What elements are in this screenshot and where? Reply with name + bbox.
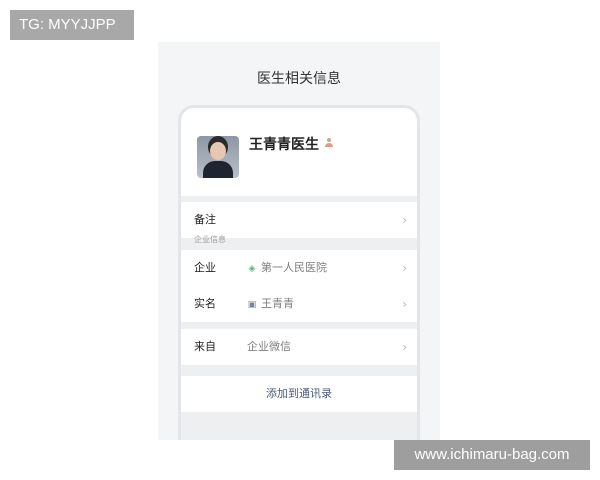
realname-row[interactable]: 实名 ▣ 王青青 › bbox=[181, 286, 417, 322]
chevron-right-icon: › bbox=[402, 340, 407, 354]
source-value: 企业微信 bbox=[247, 340, 291, 353]
company-label: 企业 bbox=[194, 261, 216, 274]
watermark-bottom-right: www.ichimaru-bag.com bbox=[394, 440, 590, 470]
source-label: 来自 bbox=[194, 340, 216, 353]
source-row[interactable]: 来自 企业微信 › bbox=[181, 329, 417, 365]
remark-row[interactable]: 备注 › bbox=[181, 202, 417, 238]
realname-label: 实名 bbox=[194, 297, 216, 310]
chevron-right-icon: › bbox=[402, 213, 407, 227]
app-screen: 医生相关信息 王青青医生 备注 › 企业信息 企业 ◈ 第一人民医院 › 实名 ▣… bbox=[158, 42, 440, 440]
company-value-wrap: ◈ 第一人民医院 bbox=[247, 250, 327, 287]
watermark-top-left: TG: MYYJJPP bbox=[10, 10, 134, 40]
chevron-right-icon: › bbox=[402, 261, 407, 275]
company-value: 第一人民医院 bbox=[261, 261, 327, 274]
avatar-head bbox=[210, 142, 226, 160]
profile-card: 王青青医生 bbox=[181, 108, 417, 196]
remark-label: 备注 bbox=[194, 213, 216, 226]
doctor-name: 王青青医生 bbox=[249, 137, 319, 153]
id-card-icon: ▣ bbox=[247, 300, 257, 310]
avatar-body bbox=[203, 161, 233, 178]
add-to-contacts-button[interactable]: 添加到通讯录 bbox=[181, 376, 417, 412]
company-row[interactable]: 企业 ◈ 第一人民医院 › bbox=[181, 250, 417, 286]
page-title: 医生相关信息 bbox=[257, 71, 341, 87]
realname-value-wrap: ▣ 王青青 bbox=[247, 286, 294, 323]
chevron-right-icon: › bbox=[402, 297, 407, 311]
doctor-avatar[interactable] bbox=[197, 136, 239, 178]
shield-check-icon: ◈ bbox=[248, 264, 256, 274]
section-label-company-info: 企业信息 bbox=[194, 235, 226, 244]
phone-card: 王青青医生 备注 › 企业信息 企业 ◈ 第一人民医院 › 实名 ▣ 王青青 › 来… bbox=[178, 105, 420, 440]
person-icon bbox=[324, 138, 334, 148]
realname-value: 王青青 bbox=[261, 297, 294, 310]
